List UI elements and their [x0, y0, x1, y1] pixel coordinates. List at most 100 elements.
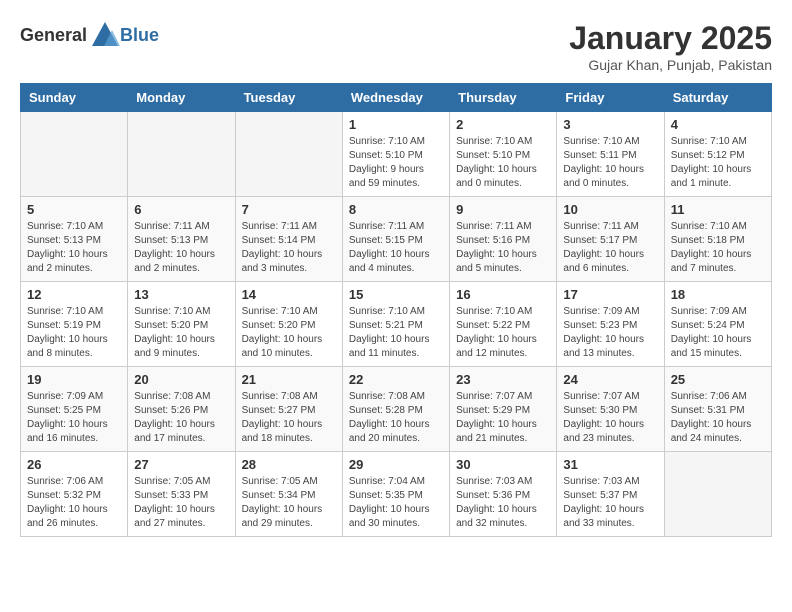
title-block: January 2025 Gujar Khan, Punjab, Pakista… — [569, 20, 772, 73]
day-info: Sunrise: 7:06 AM Sunset: 5:32 PM Dayligh… — [27, 475, 121, 531]
day-number: 10 — [563, 202, 657, 217]
day-number: 6 — [134, 202, 228, 217]
day-info: Sunrise: 7:11 AM Sunset: 5:17 PM Dayligh… — [563, 220, 657, 276]
calendar-cell: 11 Sunrise: 7:10 AM Sunset: 5:18 PM Dayli… — [664, 197, 771, 282]
calendar-cell: 1 Sunrise: 7:10 AM Sunset: 5:10 PM Daylig… — [342, 112, 449, 197]
calendar-cell: 17Sunrise: 7:09 AM Sunset: 5:23 PM Dayli… — [557, 282, 664, 367]
calendar-cell: 23 Sunrise: 7:07 AM Sunset: 5:29 PM Dayli… — [450, 367, 557, 452]
day-number: 13 — [134, 287, 228, 302]
day-info: Sunrise: 7:06 AM Sunset: 5:31 PM Dayligh… — [671, 390, 765, 446]
calendar-cell — [128, 112, 235, 197]
calendar-week-row: 5Sunrise: 7:10 AM Sunset: 5:13 PM Daylig… — [21, 197, 772, 282]
day-number: 31 — [563, 457, 657, 472]
day-info: Sunrise: 7:10 AM Sunset: 5:13 PM Dayligh… — [27, 220, 121, 276]
day-number: 29 — [349, 457, 443, 472]
calendar-cell: 30 Sunrise: 7:03 AM Sunset: 5:36 PM Dayli… — [450, 452, 557, 537]
day-number: 30 — [456, 457, 550, 472]
day-info: Sunrise: 7:03 AM Sunset: 5:37 PM Dayligh… — [563, 475, 657, 531]
day-number: 27 — [134, 457, 228, 472]
calendar-week-row: 26 Sunrise: 7:06 AM Sunset: 5:32 PM Dayli… — [21, 452, 772, 537]
calendar-cell — [664, 452, 771, 537]
page-header: General Blue January 2025 Gujar Khan, Pu… — [20, 20, 772, 73]
day-number: 12 — [27, 287, 121, 302]
calendar-cell: 3 Sunrise: 7:10 AM Sunset: 5:11 PM Daylig… — [557, 112, 664, 197]
calendar-cell: 21 Sunrise: 7:08 AM Sunset: 5:27 PM Dayli… — [235, 367, 342, 452]
calendar-cell: 22 Sunrise: 7:08 AM Sunset: 5:28 PM Dayli… — [342, 367, 449, 452]
day-info: Sunrise: 7:11 AM Sunset: 5:14 PM Dayligh… — [242, 220, 336, 276]
calendar-cell: 10 Sunrise: 7:11 AM Sunset: 5:17 PM Dayli… — [557, 197, 664, 282]
calendar-week-row: 1 Sunrise: 7:10 AM Sunset: 5:10 PM Daylig… — [21, 112, 772, 197]
day-number: 7 — [242, 202, 336, 217]
day-info: Sunrise: 7:08 AM Sunset: 5:27 PM Dayligh… — [242, 390, 336, 446]
day-number: 16 — [456, 287, 550, 302]
calendar-cell: 24Sunrise: 7:07 AM Sunset: 5:30 PM Dayli… — [557, 367, 664, 452]
day-info: Sunrise: 7:07 AM Sunset: 5:29 PM Dayligh… — [456, 390, 550, 446]
day-info: Sunrise: 7:03 AM Sunset: 5:36 PM Dayligh… — [456, 475, 550, 531]
logo-blue-text: Blue — [120, 25, 159, 46]
calendar-cell: 29 Sunrise: 7:04 AM Sunset: 5:35 PM Dayli… — [342, 452, 449, 537]
calendar-cell: 12 Sunrise: 7:10 AM Sunset: 5:19 PM Dayli… — [21, 282, 128, 367]
day-number: 1 — [349, 117, 443, 132]
day-number: 21 — [242, 372, 336, 387]
calendar-cell: 15 Sunrise: 7:10 AM Sunset: 5:21 PM Dayli… — [342, 282, 449, 367]
weekday-header-saturday: Saturday — [664, 84, 771, 112]
day-number: 28 — [242, 457, 336, 472]
calendar-week-row: 19Sunrise: 7:09 AM Sunset: 5:25 PM Dayli… — [21, 367, 772, 452]
day-number: 26 — [27, 457, 121, 472]
weekday-header-friday: Friday — [557, 84, 664, 112]
calendar-cell: 19Sunrise: 7:09 AM Sunset: 5:25 PM Dayli… — [21, 367, 128, 452]
logo: General Blue — [20, 20, 159, 50]
day-info: Sunrise: 7:10 AM Sunset: 5:21 PM Dayligh… — [349, 305, 443, 361]
calendar-cell: 26 Sunrise: 7:06 AM Sunset: 5:32 PM Dayli… — [21, 452, 128, 537]
calendar-cell — [21, 112, 128, 197]
calendar-cell: 18 Sunrise: 7:09 AM Sunset: 5:24 PM Dayli… — [664, 282, 771, 367]
calendar-week-row: 12 Sunrise: 7:10 AM Sunset: 5:19 PM Dayli… — [21, 282, 772, 367]
weekday-header-tuesday: Tuesday — [235, 84, 342, 112]
calendar-cell: 4 Sunrise: 7:10 AM Sunset: 5:12 PM Daylig… — [664, 112, 771, 197]
day-info: Sunrise: 7:10 AM Sunset: 5:18 PM Dayligh… — [671, 220, 765, 276]
location-subtitle: Gujar Khan, Punjab, Pakistan — [569, 57, 772, 73]
day-info: Sunrise: 7:04 AM Sunset: 5:35 PM Dayligh… — [349, 475, 443, 531]
day-info: Sunrise: 7:08 AM Sunset: 5:28 PM Dayligh… — [349, 390, 443, 446]
calendar-cell: 16 Sunrise: 7:10 AM Sunset: 5:22 PM Dayli… — [450, 282, 557, 367]
calendar-cell: 6Sunrise: 7:11 AM Sunset: 5:13 PM Daylig… — [128, 197, 235, 282]
day-info: Sunrise: 7:11 AM Sunset: 5:15 PM Dayligh… — [349, 220, 443, 276]
day-info: Sunrise: 7:10 AM Sunset: 5:12 PM Dayligh… — [671, 135, 765, 191]
calendar-cell: 5Sunrise: 7:10 AM Sunset: 5:13 PM Daylig… — [21, 197, 128, 282]
weekday-header-sunday: Sunday — [21, 84, 128, 112]
day-number: 2 — [456, 117, 550, 132]
day-info: Sunrise: 7:10 AM Sunset: 5:22 PM Dayligh… — [456, 305, 550, 361]
logo-icon — [90, 20, 120, 50]
day-number: 8 — [349, 202, 443, 217]
day-info: Sunrise: 7:09 AM Sunset: 5:24 PM Dayligh… — [671, 305, 765, 361]
calendar-cell: 28Sunrise: 7:05 AM Sunset: 5:34 PM Dayli… — [235, 452, 342, 537]
day-info: Sunrise: 7:10 AM Sunset: 5:11 PM Dayligh… — [563, 135, 657, 191]
day-number: 18 — [671, 287, 765, 302]
day-info: Sunrise: 7:10 AM Sunset: 5:10 PM Dayligh… — [456, 135, 550, 191]
day-info: Sunrise: 7:10 AM Sunset: 5:20 PM Dayligh… — [134, 305, 228, 361]
day-number: 11 — [671, 202, 765, 217]
day-info: Sunrise: 7:10 AM Sunset: 5:10 PM Dayligh… — [349, 135, 443, 191]
day-number: 17 — [563, 287, 657, 302]
day-number: 22 — [349, 372, 443, 387]
calendar-cell: 8 Sunrise: 7:11 AM Sunset: 5:15 PM Daylig… — [342, 197, 449, 282]
day-number: 25 — [671, 372, 765, 387]
calendar-cell: 9Sunrise: 7:11 AM Sunset: 5:16 PM Daylig… — [450, 197, 557, 282]
calendar-cell: 25 Sunrise: 7:06 AM Sunset: 5:31 PM Dayli… — [664, 367, 771, 452]
day-info: Sunrise: 7:10 AM Sunset: 5:19 PM Dayligh… — [27, 305, 121, 361]
calendar-cell: 20Sunrise: 7:08 AM Sunset: 5:26 PM Dayli… — [128, 367, 235, 452]
calendar-cell: 14Sunrise: 7:10 AM Sunset: 5:20 PM Dayli… — [235, 282, 342, 367]
day-number: 23 — [456, 372, 550, 387]
day-number: 19 — [27, 372, 121, 387]
logo-general-text: General — [20, 25, 87, 46]
weekday-header-wednesday: Wednesday — [342, 84, 449, 112]
calendar-cell: 7 Sunrise: 7:11 AM Sunset: 5:14 PM Daylig… — [235, 197, 342, 282]
calendar-cell: 27 Sunrise: 7:05 AM Sunset: 5:33 PM Dayli… — [128, 452, 235, 537]
day-number: 3 — [563, 117, 657, 132]
day-number: 24 — [563, 372, 657, 387]
day-number: 4 — [671, 117, 765, 132]
calendar-cell: 31 Sunrise: 7:03 AM Sunset: 5:37 PM Dayli… — [557, 452, 664, 537]
day-info: Sunrise: 7:05 AM Sunset: 5:33 PM Dayligh… — [134, 475, 228, 531]
day-number: 15 — [349, 287, 443, 302]
calendar-cell: 2 Sunrise: 7:10 AM Sunset: 5:10 PM Daylig… — [450, 112, 557, 197]
